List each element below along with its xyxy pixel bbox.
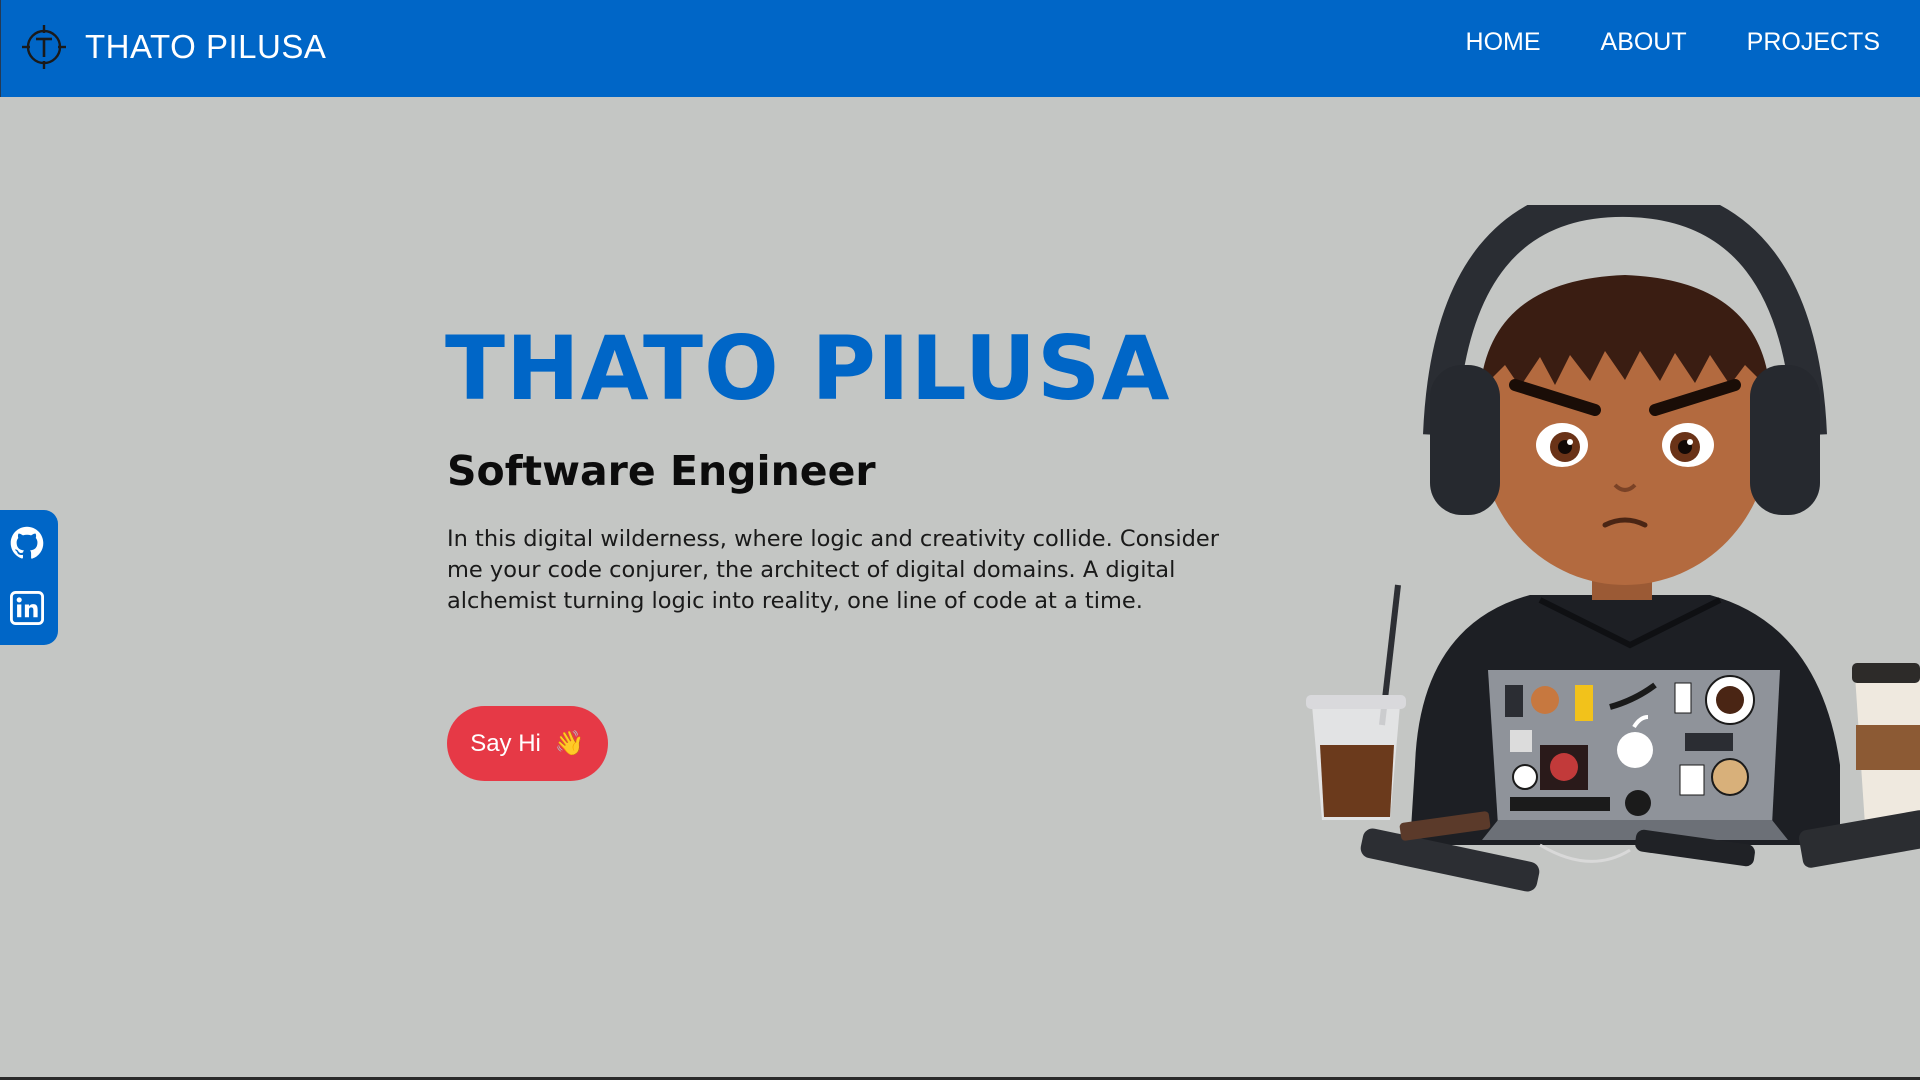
nav-links: HOME ABOUT PROJECTS [1466, 28, 1880, 57]
brand-name: THATO PILUSA [85, 28, 327, 65]
headphones-right-cup [1750, 365, 1820, 515]
iced-coffee-cup [1306, 584, 1406, 820]
waving-hand-icon: 👋 [554, 730, 585, 757]
github-link[interactable] [10, 526, 44, 560]
hero-description: In this digital wilderness, where logic … [447, 526, 1219, 614]
github-icon [10, 526, 44, 559]
laptop-with-stickers [1482, 670, 1788, 840]
social-links-panel [0, 510, 58, 645]
linkedin-link[interactable] [10, 591, 44, 625]
brand-home-link[interactable]: THATO PILUSA [21, 24, 326, 70]
t-crosshair-logo-icon [22, 25, 66, 69]
hero-subtitle: Software Engineer [447, 447, 876, 495]
takeaway-coffee-cup [1852, 663, 1920, 825]
say-hi-label: Say Hi [470, 729, 541, 757]
hair-shape [1480, 275, 1770, 390]
developer-avatar-illustration [1306, 205, 1920, 892]
nav-link-projects[interactable]: PROJECTS [1747, 28, 1880, 57]
linkedin-icon [10, 591, 44, 625]
hero-title: THATO PILUSA [445, 317, 1171, 420]
headphones-left-cup [1430, 365, 1500, 515]
top-navbar: THATO PILUSA HOME ABOUT PROJECTS [0, 0, 1920, 97]
say-hi-button[interactable]: Say Hi 👋 [447, 706, 608, 781]
nav-link-about[interactable]: ABOUT [1601, 28, 1687, 57]
nav-link-home[interactable]: HOME [1466, 28, 1541, 57]
